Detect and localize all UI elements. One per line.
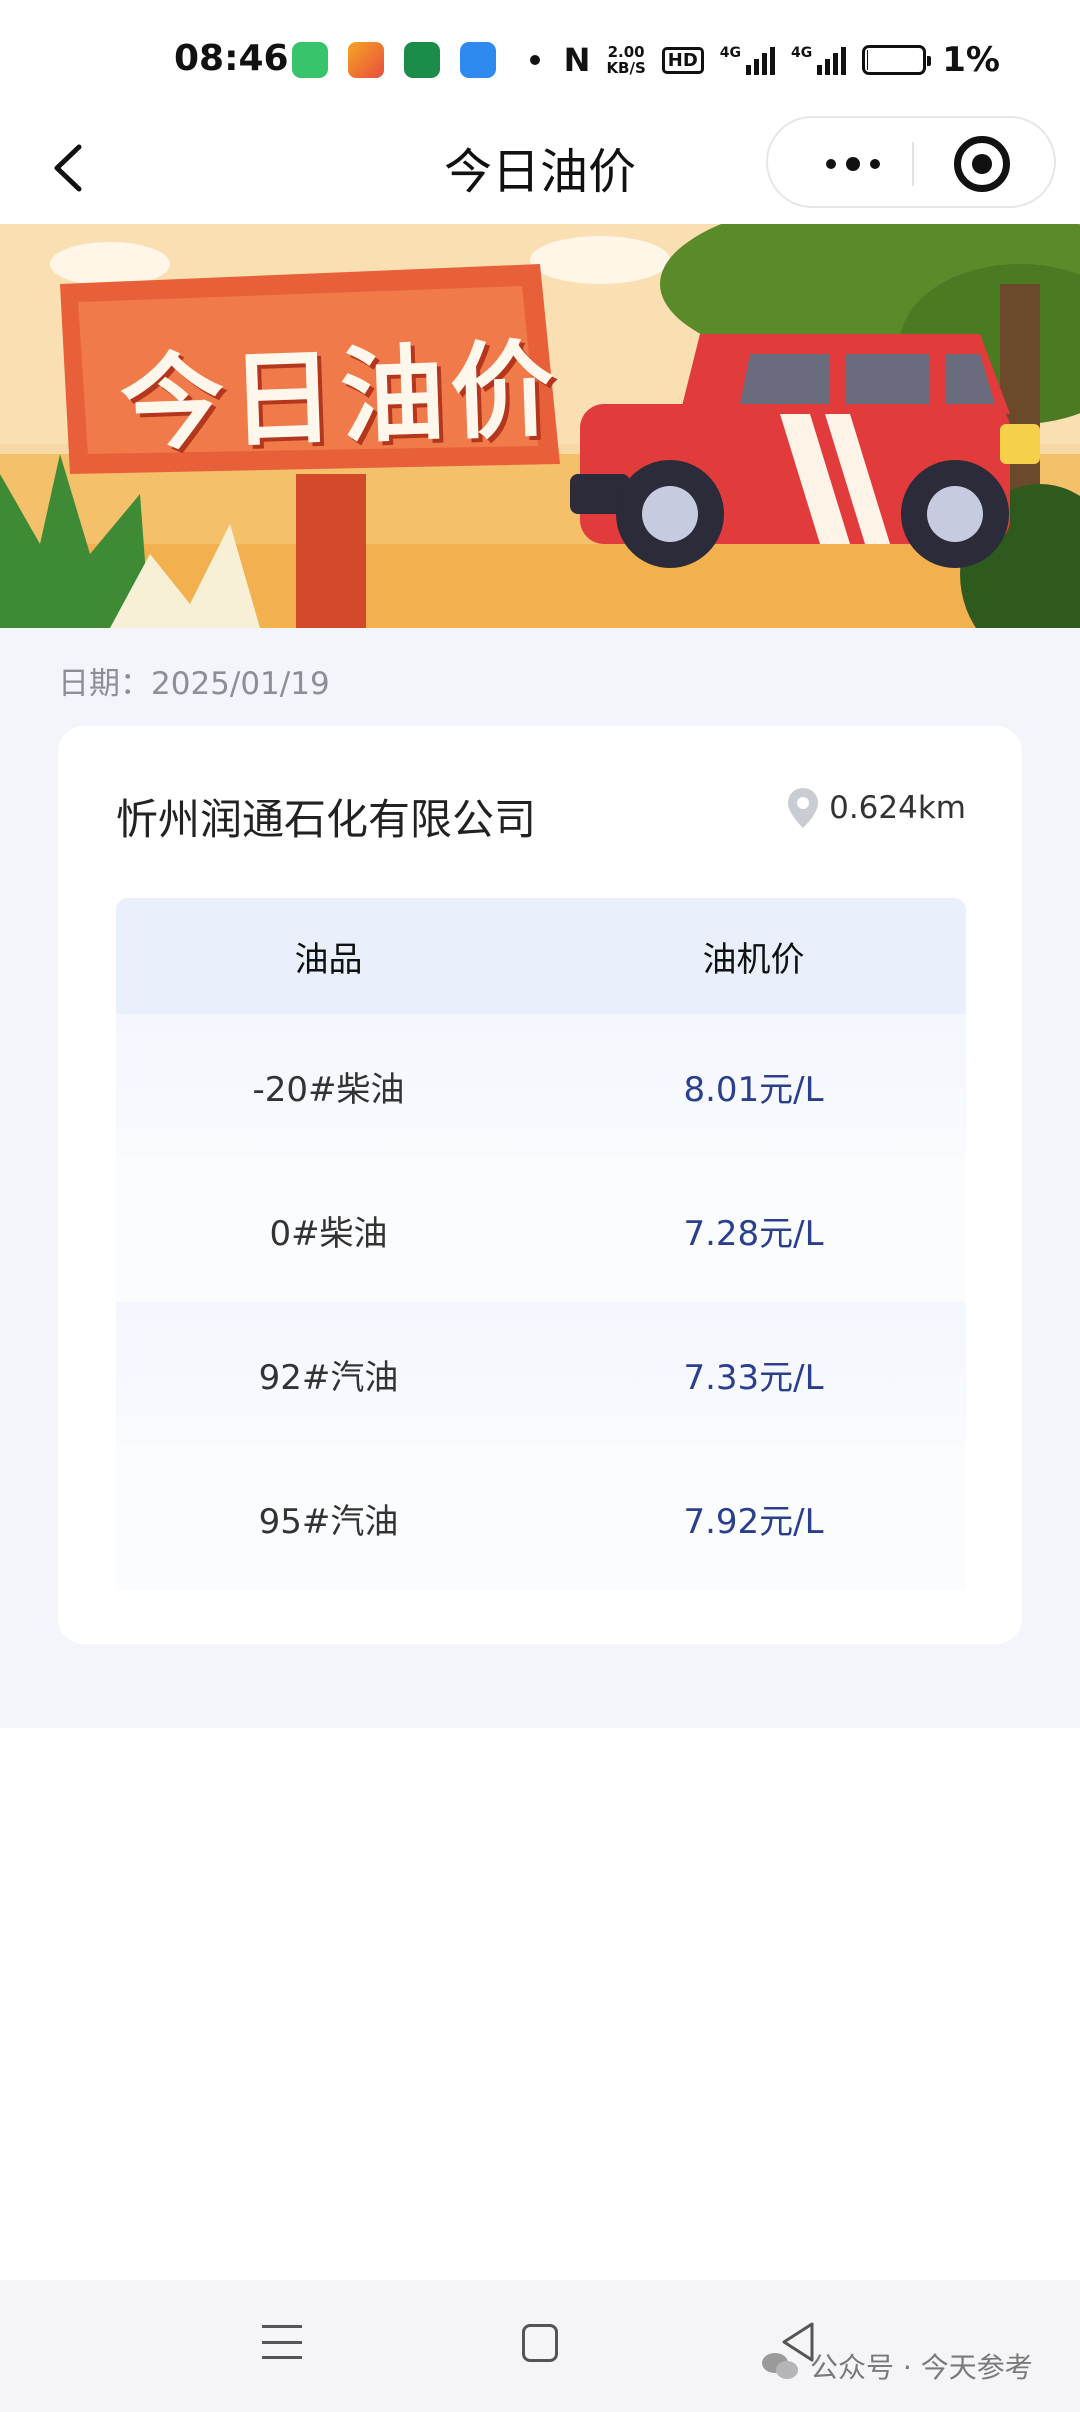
table-row: -20#柴油 8.01元/L (116, 1014, 966, 1158)
menu-line-icon (262, 2325, 302, 2328)
table-row: 92#汽油 7.33元/L (116, 1302, 966, 1446)
menu-line-icon (262, 2340, 302, 2344)
messages-app-icon (292, 42, 328, 78)
fuel-name: 0#柴油 (269, 1213, 388, 1254)
more-button[interactable] (808, 140, 898, 188)
more-notifications-dot-icon (530, 55, 540, 65)
network-speed-unit: KB/S (606, 59, 646, 77)
station-distance: 0.624km (785, 786, 966, 830)
table-row: 0#柴油 7.28元/L (116, 1158, 966, 1302)
more-dot-icon (870, 159, 880, 169)
banner-image: 今日油价 (0, 224, 1080, 628)
fuel-price: 7.33元/L (683, 1357, 824, 1398)
home-button[interactable] (522, 2324, 558, 2362)
column-header-fuel: 油品 (294, 939, 363, 980)
network-speed: 2.00 KB/S (606, 44, 645, 76)
hd-voice-badge: HD (661, 46, 704, 74)
fuel-name: 95#汽油 (258, 1501, 399, 1542)
station-name: 忻州润通石化有限公司 (116, 795, 537, 844)
navigation-bar: 今日油价 (0, 116, 1080, 224)
network-type-1: 4G (719, 45, 742, 61)
battery-percent: 1% (942, 40, 1000, 80)
miniprogram-capsule (766, 116, 1056, 208)
close-miniprogram-button[interactable] (954, 136, 1010, 192)
nfc-icon: N (563, 41, 591, 79)
network-type-2: 4G (791, 45, 813, 61)
wechat-icon (762, 2353, 798, 2379)
banner-sign-text: 今日油价 (118, 328, 563, 466)
signal-strength-icon: 4G (719, 45, 776, 75)
notification-icons (292, 42, 540, 78)
more-dot-icon (846, 157, 860, 171)
table-header: 油品 油机价 (116, 898, 966, 1014)
battery-level-fill (867, 50, 869, 70)
capsule-divider (912, 142, 914, 186)
column-header-price: 油机价 (702, 939, 805, 980)
location-pin-icon (788, 788, 819, 828)
status-right: N 2.00 KB/S HD 4G 4G 1% (564, 40, 1000, 80)
fuel-price: 7.28元/L (683, 1213, 824, 1254)
oppo-app-icon (404, 42, 440, 78)
fuel-price: 7.92元/L (683, 1501, 824, 1542)
table-row: 95#汽油 7.92元/L (116, 1446, 966, 1590)
gallery-app-icon (348, 42, 384, 78)
more-dot-icon (826, 159, 836, 169)
watermark-text: 公众号 · 今天参考 (810, 2351, 1033, 2384)
distance-value: 0.624km (829, 790, 966, 826)
main-content: 日期：2025/01/19 忻州润通石化有限公司 0.624km 油品 油机价 … (0, 628, 1080, 1728)
fuel-name: -20#柴油 (252, 1069, 405, 1110)
fuel-price: 8.01元/L (683, 1069, 824, 1110)
status-time: 08:46 (174, 38, 289, 79)
station-card: 忻州润通石化有限公司 0.624km 油品 油机价 -20#柴油 8.01元/L… (58, 726, 1022, 1644)
menu-line-icon (262, 2356, 302, 2359)
watermark: 公众号 · 今天参考 (760, 2346, 1033, 2386)
date-label: 日期：2025/01/19 (58, 666, 330, 702)
browser-app-icon (460, 42, 496, 78)
fuel-name: 92#汽油 (258, 1357, 399, 1398)
price-table: 油品 油机价 -20#柴油 8.01元/L 0#柴油 7.28元/L 92#汽油… (116, 898, 966, 1590)
signal-strength-icon-2: 4G (791, 45, 847, 75)
network-speed-value: 2.00 (607, 43, 645, 61)
status-bar: 08:46 N 2.00 KB/S HD 4G 4G 1% (0, 0, 1080, 116)
battery-icon (862, 45, 932, 75)
recent-apps-button[interactable] (262, 2322, 302, 2362)
